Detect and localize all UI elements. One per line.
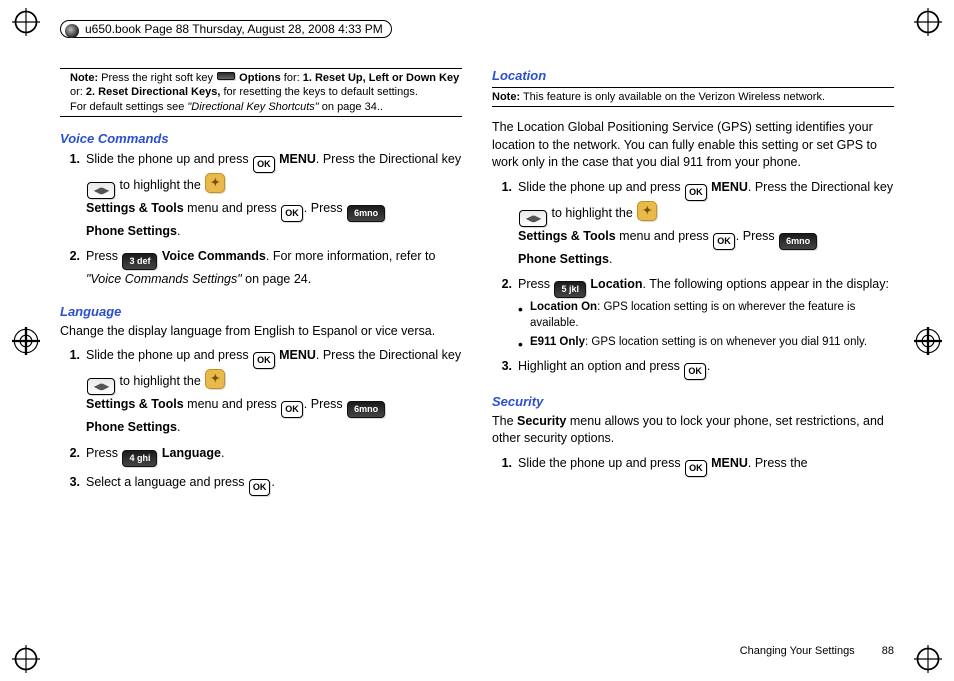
softkey-icon [217, 72, 235, 80]
reg-mark-icon [914, 8, 942, 36]
key-3-icon: 3 def [122, 253, 157, 270]
tools-icon [637, 201, 657, 221]
location-intro: The Location Global Positioning Service … [492, 119, 894, 172]
doc-header: u650.book Page 88 Thursday, August 28, 2… [60, 20, 392, 38]
key-6-icon: 6mno [779, 233, 817, 250]
key-6-icon: 6mno [347, 401, 385, 418]
ok-key-icon: OK [281, 205, 303, 222]
key-6-icon: 6mno [347, 205, 385, 222]
note-text: or: [70, 86, 86, 98]
list-item: Slide the phone up and press OK MENU. Pr… [86, 150, 462, 241]
tools-icon [205, 173, 225, 193]
ok-key-icon: OK [253, 352, 275, 369]
list-item: E911 Only: GPS location setting is on wh… [530, 335, 894, 351]
language-head: Language [60, 304, 462, 319]
ok-key-icon: OK [685, 184, 707, 201]
ok-key-icon: OK [281, 401, 303, 418]
list-item: Press 4 ghi Language. [86, 444, 462, 467]
list-item: Slide the phone up and press OK MENU. Pr… [518, 454, 894, 477]
footer: Changing Your Settings 88 [740, 645, 894, 657]
list-item: Select a language and press OK. [86, 473, 462, 496]
list-item: Slide the phone up and press OK MENU. Pr… [518, 178, 894, 269]
note-text: Options [236, 72, 281, 84]
ok-key-icon: OK [713, 233, 735, 250]
key-4-icon: 4 ghi [122, 450, 157, 467]
location-head: Location [492, 68, 894, 83]
note-text: for: [281, 72, 303, 84]
list-item: Slide the phone up and press OK MENU. Pr… [86, 346, 462, 437]
tools-icon [205, 369, 225, 389]
list-item: Press 5 jkl Location. The following opti… [518, 275, 894, 351]
ok-key-icon: OK [249, 479, 271, 496]
page-number: 88 [882, 645, 894, 657]
list-item: Press 3 def Voice Commands. For more inf… [86, 247, 462, 289]
footer-section: Changing Your Settings [740, 645, 855, 657]
reg-mark-icon [914, 327, 942, 355]
reg-mark-icon [12, 645, 40, 673]
voice-commands-head: Voice Commands [60, 131, 462, 146]
note-label: Note: [70, 72, 98, 84]
note-text: For default settings see [70, 101, 187, 113]
note-text: Press the right soft key [98, 72, 216, 84]
note-box: Note: This feature is only available on … [492, 87, 894, 107]
note-text: on page 34.. [319, 101, 383, 113]
reg-mark-icon [914, 645, 942, 673]
ok-key-icon: OK [685, 460, 707, 477]
list-item: Location On: GPS location setting is on … [530, 300, 894, 331]
list-item: Highlight an option and press OK. [518, 357, 894, 380]
note-text: "Directional Key Shortcuts" [187, 101, 318, 113]
reg-mark-icon [12, 8, 40, 36]
ok-key-icon: OK [684, 363, 706, 380]
security-head: Security [492, 394, 894, 409]
key-5-icon: 5 jkl [554, 281, 586, 298]
language-intro: Change the display language from English… [60, 323, 462, 341]
note-text: 2. Reset Directional Keys, [86, 86, 221, 98]
note-text: This feature is only available on the Ve… [520, 91, 825, 103]
ok-key-icon: OK [253, 156, 275, 173]
reg-mark-icon [12, 327, 40, 355]
note-box: Note: Press the right soft key Options f… [60, 68, 462, 117]
security-intro: The Security menu allows you to lock you… [492, 413, 894, 448]
note-text: for resetting the keys to default settin… [220, 86, 418, 98]
note-text: 1. Reset Up, Left or Down Key [303, 72, 459, 84]
note-label: Note: [492, 91, 520, 103]
dpad-icon [87, 182, 115, 199]
dpad-icon [87, 378, 115, 395]
dpad-icon [519, 210, 547, 227]
